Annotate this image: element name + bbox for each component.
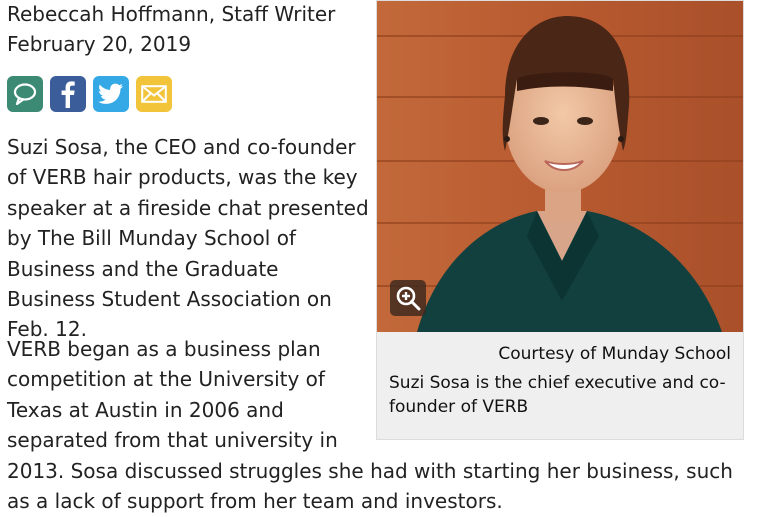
article-paragraph: 2013. Sosa discussed struggles she had w… — [7, 459, 733, 514]
article-figure: Courtesy of Munday School Suzi Sosa is t… — [376, 0, 744, 440]
twitter-icon — [98, 83, 123, 104]
article-paragraph: VERB began as a business plan competitio… — [7, 337, 338, 453]
comment-icon — [13, 83, 37, 105]
facebook-share-button[interactable] — [50, 76, 86, 112]
email-icon — [141, 85, 167, 103]
article-photo[interactable] — [377, 1, 743, 332]
twitter-share-button[interactable] — [93, 76, 129, 112]
facebook-icon — [61, 81, 75, 108]
portrait-photo — [377, 1, 743, 332]
byline: Rebeccah Hoffmann, Staff Writer — [7, 2, 336, 26]
publish-date: February 20, 2019 — [7, 32, 192, 56]
comment-button[interactable] — [7, 76, 43, 112]
photo-credit: Courtesy of Munday School — [498, 344, 731, 364]
zoom-in-icon — [396, 286, 421, 311]
email-share-button[interactable] — [136, 76, 172, 112]
zoom-button[interactable] — [390, 280, 426, 316]
photo-caption: Suzi Sosa is the chief executive and co-… — [389, 373, 726, 417]
article-paragraph: Suzi Sosa, the CEO and co-founder of VER… — [7, 135, 369, 342]
